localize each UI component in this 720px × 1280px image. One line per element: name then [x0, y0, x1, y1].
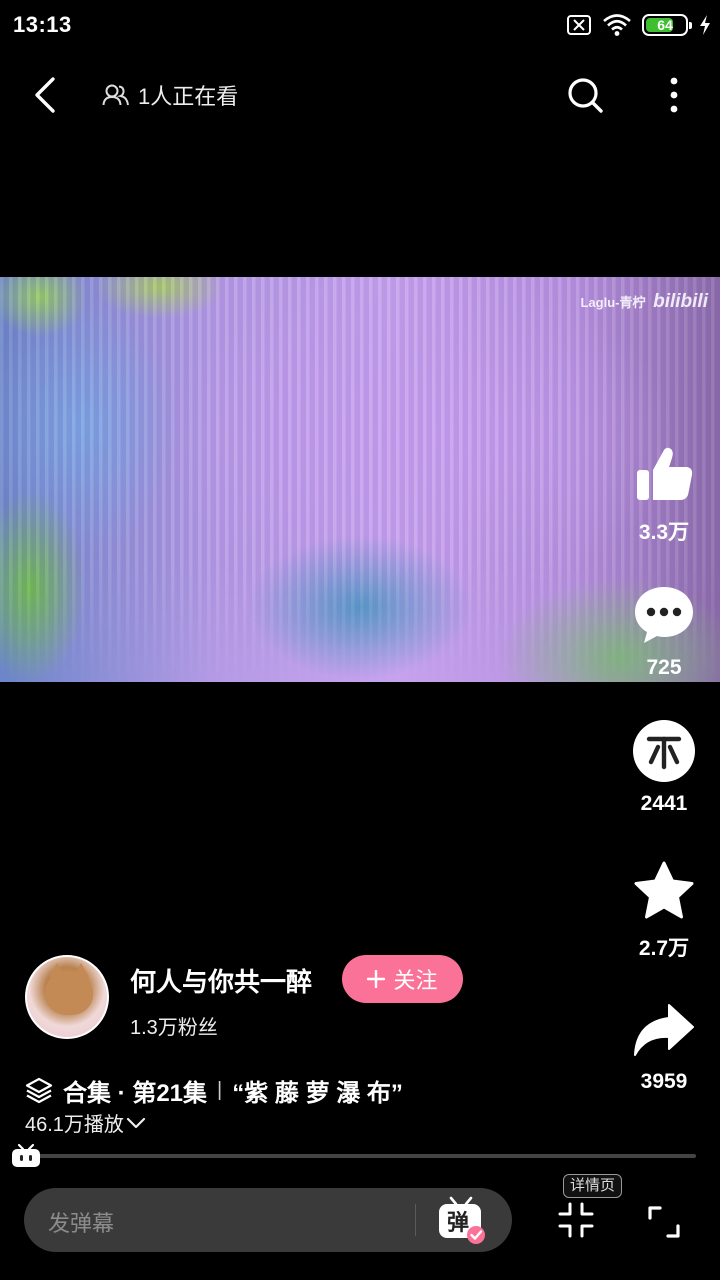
comment-bubble-icon [635, 587, 693, 643]
plus-icon [367, 970, 386, 988]
collection-title-row[interactable]: 合集 · 第21集 | “紫 藤 萝 瀑 布” [25, 1073, 403, 1107]
follower-count: 1.3万粉丝 [130, 1017, 218, 1039]
video-player[interactable]: Laglu-青柠 bilibili [0, 277, 720, 682]
coin-action[interactable]: 2441 [614, 716, 714, 816]
search-icon [568, 78, 603, 113]
play-count: 46.1万播放 [25, 1114, 124, 1136]
progress-thumb[interactable] [10, 1143, 42, 1169]
like-action[interactable]: 3.3万 [614, 440, 714, 546]
progress-bar[interactable] [12, 1154, 696, 1158]
coin-count: 2441 [640, 792, 688, 815]
share-arrow-icon [634, 1004, 694, 1056]
viewers-text: 1人正在看 [138, 84, 239, 109]
danmaku-divider [415, 1204, 416, 1236]
people-icon [102, 84, 129, 106]
charging-icon [700, 15, 710, 35]
video-frame-texture [0, 277, 720, 682]
comment-action[interactable]: 725 [614, 580, 714, 680]
top-nav: 1人正在看 [0, 62, 720, 128]
status-bar: 13:13 64 [0, 0, 720, 52]
tv-mascot-icon [12, 1143, 40, 1167]
fullscreen-button[interactable] [644, 1202, 684, 1242]
collapse-icon [558, 1202, 594, 1238]
collection-label: 合集 · 第21集 [63, 1079, 208, 1107]
coin-icon [633, 720, 695, 782]
uploader-avatar[interactable] [25, 955, 109, 1039]
watermark-author: Laglu-青柠 [580, 295, 646, 310]
play-count-row[interactable]: 46.1万播放 [25, 1108, 146, 1137]
status-time: 13:13 [13, 12, 72, 37]
back-arrow-icon [35, 77, 55, 113]
exit-fullscreen-button[interactable] [556, 1200, 596, 1240]
title-separator: | [217, 1078, 223, 1101]
search-button[interactable] [562, 72, 608, 118]
sim-disabled-icon [567, 15, 591, 35]
expand-icon [648, 1206, 680, 1238]
favorite-count: 2.7万 [638, 937, 690, 960]
share-count: 3959 [640, 1070, 688, 1093]
detail-page-tooltip: 详情页 [563, 1174, 623, 1198]
favorite-action[interactable]: 2.7万 [614, 856, 714, 962]
viewers-info: 1人正在看 [102, 80, 238, 110]
video-title: “紫 藤 萝 瀑 布” [232, 1079, 403, 1107]
thumbs-up-icon [637, 447, 693, 500]
danmaku-toggle-button[interactable]: 弹 [434, 1194, 488, 1248]
wifi-icon [603, 14, 631, 36]
follow-label: 关注 [393, 968, 438, 993]
chevron-down-icon [126, 1117, 146, 1128]
layers-icon [25, 1077, 53, 1104]
uploader-name[interactable]: 何人与你共一醉 [130, 962, 312, 999]
cat-avatar-image [45, 963, 93, 1015]
video-watermark: Laglu-青柠 bilibili [580, 291, 708, 313]
more-vertical-icon [670, 77, 678, 113]
follow-button[interactable]: 关注 [342, 955, 463, 1003]
back-button[interactable] [22, 72, 68, 118]
status-icons: 64 [566, 12, 712, 38]
danmaku-toggle-label: 弹 [447, 1211, 469, 1236]
star-icon [634, 861, 694, 919]
watermark-brand: bilibili [653, 291, 708, 312]
share-action[interactable]: 3959 [614, 994, 714, 1094]
danmaku-placeholder: 发弹幕 [48, 1211, 115, 1236]
battery-indicator: 64 [642, 14, 692, 36]
battery-level: 64 [657, 17, 673, 33]
more-options-button[interactable] [652, 72, 696, 118]
danmaku-tv-icon: 弹 [439, 1196, 485, 1244]
like-count: 3.3万 [638, 521, 690, 544]
danmaku-input[interactable]: 发弹幕 弹 [24, 1188, 512, 1252]
comment-count: 725 [646, 656, 682, 679]
